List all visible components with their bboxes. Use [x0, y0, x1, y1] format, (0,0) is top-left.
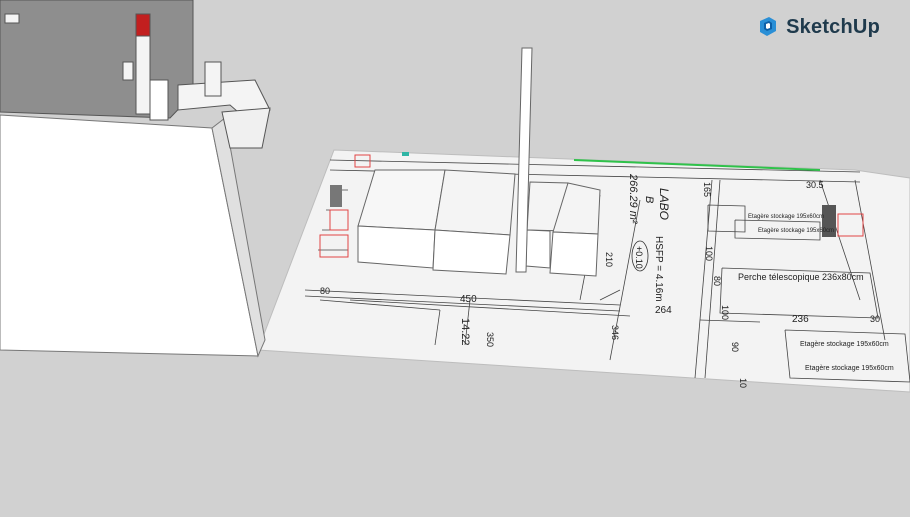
- brand-name: SketchUp: [786, 15, 880, 38]
- dim-30-5: 30.5: [806, 180, 824, 190]
- dim-264: 264: [655, 305, 672, 316]
- model-canvas[interactable]: 450 350 264 236 210 346 80 14.22 100 90 …: [0, 0, 910, 512]
- shelf-label-4: Etagère stockage 195x60cm: [800, 341, 889, 348]
- block-2-front[interactable]: [432, 229, 511, 275]
- level-label: +0.10: [634, 246, 644, 269]
- section-hatch-left: [330, 185, 342, 207]
- chimney-top: [135, 13, 151, 37]
- dim-90: 90: [730, 342, 740, 352]
- dim-450: 450: [460, 294, 477, 305]
- dim-210: 210: [604, 252, 614, 267]
- shelf-label-3: Perche télescopique 236x80cm: [738, 272, 864, 282]
- shelf-label-5: Etagère stockage 195x60cm: [805, 365, 894, 372]
- dim-100: 100: [720, 305, 730, 320]
- block-3-front[interactable]: [525, 229, 551, 269]
- chimney-base: [149, 79, 169, 121]
- room-name: LABO: [657, 188, 671, 220]
- dim-10: 10: [738, 378, 748, 388]
- block-1-front[interactable]: [357, 225, 436, 269]
- shelf-label-2: Etagère stockage 195x60cm: [758, 228, 834, 234]
- sketchup-brand[interactable]: SketchUp: [756, 15, 880, 39]
- roof-vent: [4, 13, 20, 24]
- dim-346: 346: [610, 325, 620, 340]
- hsfp-label: HSFP = 4.16m: [653, 236, 664, 302]
- dim-100-b: 100: [704, 246, 714, 261]
- dim-30: 30: [870, 314, 880, 324]
- 3d-viewport[interactable]: 450 350 264 236 210 346 80 14.22 100 90 …: [0, 0, 910, 512]
- pipe-stack[interactable]: [204, 61, 222, 97]
- building-roof-box-front[interactable]: [221, 107, 271, 149]
- room-id: B: [643, 196, 655, 203]
- room-area: 266.29 m²: [627, 173, 639, 224]
- block-4-front[interactable]: [549, 231, 599, 277]
- sketchup-logo-icon: [760, 17, 777, 36]
- dim-236: 236: [792, 314, 809, 325]
- dim-80: 80: [320, 286, 330, 296]
- block-2-top[interactable]: [434, 169, 516, 236]
- teal-marker: [402, 152, 409, 156]
- dim-80-b: 80: [712, 276, 722, 286]
- dim-14-22: 14.22: [459, 318, 471, 346]
- dim-165: 165: [702, 182, 712, 197]
- roof-vent-2: [122, 61, 134, 81]
- dim-350: 350: [485, 332, 495, 347]
- shelf-label-1: Etagère stockage 195x60cm: [748, 214, 824, 220]
